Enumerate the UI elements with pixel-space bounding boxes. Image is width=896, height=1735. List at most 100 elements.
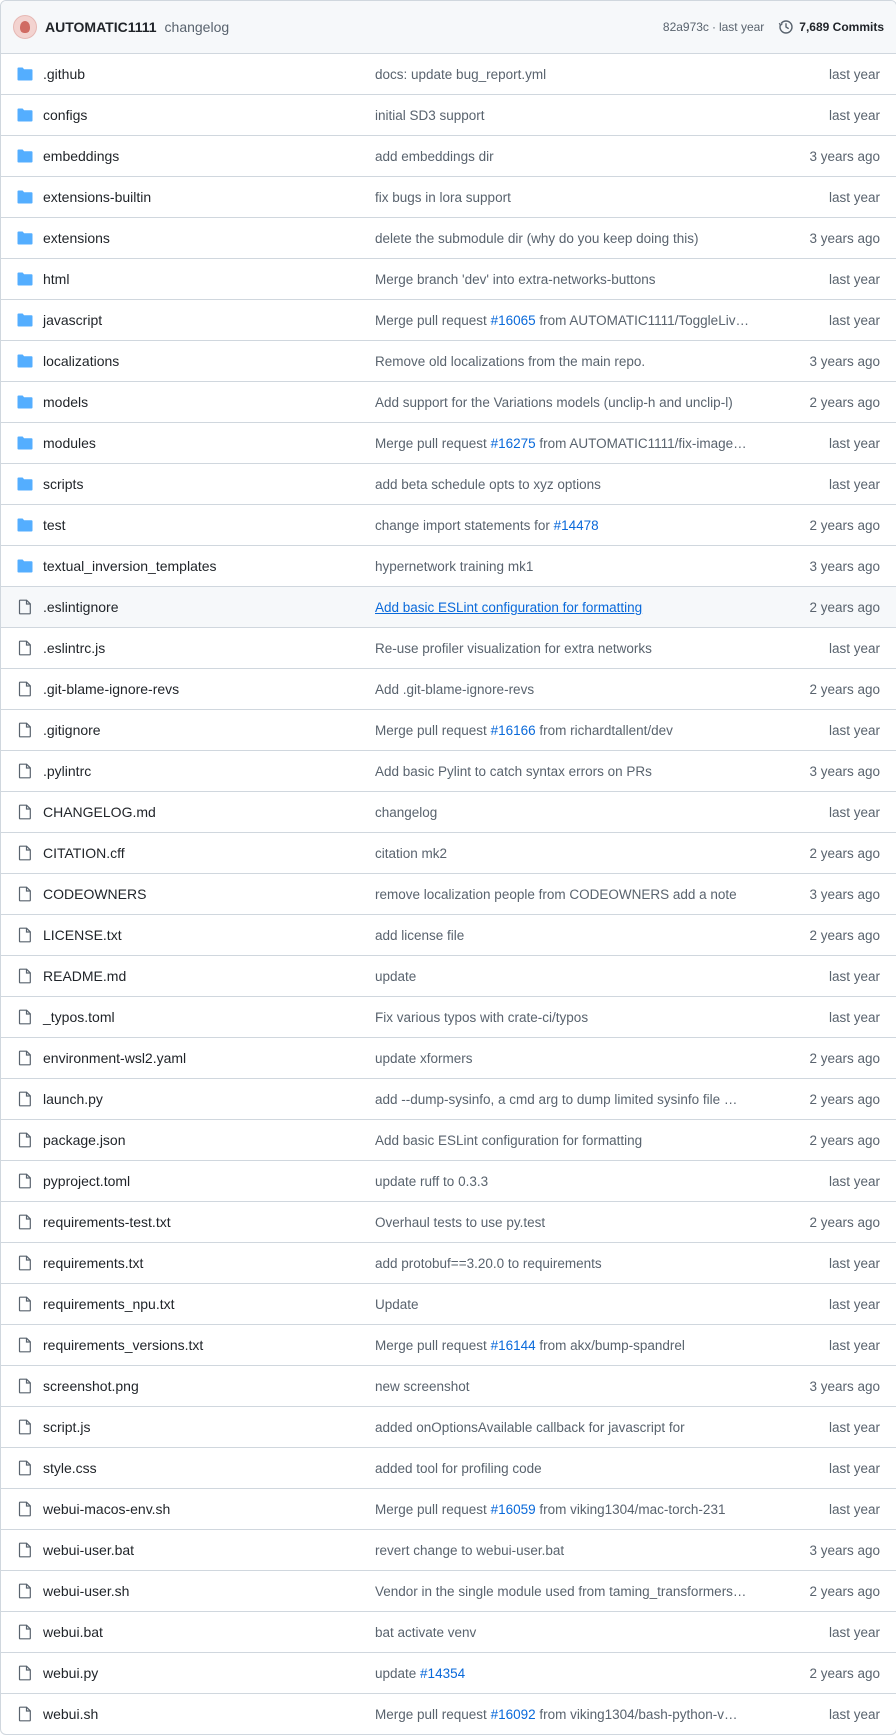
commit-message-link[interactable]: Overhaul tests to use py.test [375,1214,763,1231]
file-row[interactable]: webui-macos-env.sh Merge pull request #16… [1,1489,896,1530]
pull-request-link[interactable]: #16092 [491,1707,536,1722]
folder-name-link[interactable]: extensions [43,230,110,247]
file-row[interactable]: requirements.txt add protobuf==3.20.0 to … [1,1243,896,1284]
commit-message-link[interactable]: add protobuf==3.20.0 to requirements [375,1255,763,1272]
commit-message-link[interactable]: Merge pull request #16166 from richardta… [375,722,763,739]
folder-name-link[interactable]: .github [43,66,85,83]
folder-name-link[interactable]: localizations [43,353,119,370]
folder-name-link[interactable]: html [43,271,69,288]
folder-name-link[interactable]: models [43,394,88,411]
commits-link[interactable]: 7,689 Commits [778,19,884,35]
commit-message-link[interactable]: add beta schedule opts to xyz options [375,476,763,493]
commit-message-link[interactable]: citation mk2 [375,845,763,862]
commit-message-link[interactable]: Merge pull request #16065 from AUTOMATIC… [375,312,763,329]
file-name-link[interactable]: .gitignore [43,722,101,739]
file-name-link[interactable]: requirements_versions.txt [43,1337,203,1354]
commit-message-link[interactable]: Merge pull request #16144 from akx/bump-… [375,1337,763,1354]
file-row[interactable]: _typos.toml Fix various typos with crate-… [1,997,896,1038]
folder-row[interactable]: extensions delete the submodule dir (why … [1,218,896,259]
commit-message-link[interactable]: revert change to webui-user.bat [375,1542,763,1559]
folder-row[interactable]: localizations Remove old localizations fr… [1,341,896,382]
commit-message-link[interactable]: fix bugs in lora support [375,189,763,206]
file-name-link[interactable]: pyproject.toml [43,1173,130,1190]
file-name-link[interactable]: .pylintrc [43,763,91,780]
file-row[interactable]: environment-wsl2.yaml update xformers 2 ye… [1,1038,896,1079]
latest-commit-message[interactable]: changelog [165,19,230,35]
file-name-link[interactable]: CITATION.cff [43,845,125,862]
file-row[interactable]: package.json Add basic ESLint configurati… [1,1120,896,1161]
commit-message-link[interactable]: update xformers [375,1050,763,1067]
commit-message-link[interactable]: add --dump-sysinfo, a cmd arg to dump li… [375,1091,763,1108]
file-name-link[interactable]: webui.bat [43,1624,103,1641]
file-row[interactable]: launch.py add --dump-sysinfo, a cmd arg t… [1,1079,896,1120]
file-row[interactable]: CODEOWNERS remove localization people fro… [1,874,896,915]
file-row[interactable]: requirements_npu.txt Update last year [1,1284,896,1325]
pull-request-link[interactable]: #16065 [491,313,536,328]
commit-message-link[interactable]: Merge branch 'dev' into extra-networks-b… [375,271,763,288]
pull-request-link[interactable]: #16166 [491,723,536,738]
pull-request-link[interactable]: #16144 [491,1338,536,1353]
commit-message-link[interactable]: remove localization people from CODEOWNE… [375,886,763,903]
commit-message-link[interactable]: docs: update bug_report.yml [375,66,763,83]
file-row[interactable]: script.js added onOptionsAvailable callba… [1,1407,896,1448]
folder-row[interactable]: extensions-builtin fix bugs in lora suppo… [1,177,896,218]
file-row[interactable]: requirements_versions.txt Merge pull requ… [1,1325,896,1366]
file-name-link[interactable]: webui.sh [43,1706,98,1723]
file-name-link[interactable]: .eslintrc.js [43,640,105,657]
file-name-link[interactable]: style.css [43,1460,97,1477]
file-name-link[interactable]: webui-macos-env.sh [43,1501,170,1518]
file-row[interactable]: .git-blame-ignore-revs Add .git-blame-ign… [1,669,896,710]
commit-message-link[interactable]: Merge pull request #16092 from viking130… [375,1706,763,1723]
commit-message-link[interactable]: update ruff to 0.3.3 [375,1173,763,1190]
commit-message-link[interactable]: Re-use profiler visualization for extra … [375,640,763,657]
file-name-link[interactable]: .eslintignore [43,599,119,616]
commit-message-link[interactable]: Remove old localizations from the main r… [375,353,763,370]
file-row[interactable]: webui-user.sh Vendor in the single module… [1,1571,896,1612]
folder-name-link[interactable]: embeddings [43,148,119,165]
file-row[interactable]: LICENSE.txt add license file 2 years ago [1,915,896,956]
file-row[interactable]: webui.bat bat activate venv last year [1,1612,896,1653]
commit-message-link[interactable]: Add basic ESLint configuration for forma… [375,1132,763,1149]
commit-message-link[interactable]: changelog [375,804,763,821]
file-name-link[interactable]: .git-blame-ignore-revs [43,681,179,698]
file-name-link[interactable]: webui-user.bat [43,1542,134,1559]
commit-message-link[interactable]: delete the submodule dir (why do you kee… [375,230,763,247]
folder-name-link[interactable]: modules [43,435,96,452]
commit-message-link[interactable]: Update [375,1296,763,1313]
pull-request-link[interactable]: #16275 [491,436,536,451]
file-name-link[interactable]: script.js [43,1419,90,1436]
folder-name-link[interactable]: test [43,517,66,534]
commit-message-link[interactable]: new screenshot [375,1378,763,1395]
folder-row[interactable]: modules Merge pull request #16275 from AU… [1,423,896,464]
commit-message-link[interactable]: Merge pull request #16059 from viking130… [375,1501,763,1518]
folder-name-link[interactable]: configs [43,107,87,124]
file-row[interactable]: .eslintrc.js Re-use profiler visualizatio… [1,628,896,669]
file-row[interactable]: screenshot.png new screenshot 3 years ago [1,1366,896,1407]
pull-request-link[interactable]: #14478 [554,518,599,533]
folder-row[interactable]: textual_inversion_templates hypernetwork … [1,546,896,587]
file-row[interactable]: requirements-test.txt Overhaul tests to u… [1,1202,896,1243]
commit-message-link[interactable]: initial SD3 support [375,107,763,124]
file-row[interactable]: style.css added tool for profiling code la… [1,1448,896,1489]
commit-message-link[interactable]: added onOptionsAvailable callback for ja… [375,1419,763,1436]
file-name-link[interactable]: requirements_npu.txt [43,1296,175,1313]
commit-message-link[interactable]: hypernetwork training mk1 [375,558,763,575]
file-row[interactable]: README.md update last year [1,956,896,997]
folder-row[interactable]: configs initial SD3 support last year [1,95,896,136]
commit-message-link[interactable]: update [375,968,763,985]
file-row[interactable]: webui.sh Merge pull request #16092 from v… [1,1694,896,1734]
file-name-link[interactable]: screenshot.png [43,1378,139,1395]
folder-row[interactable]: .github docs: update bug_report.yml last y… [1,54,896,95]
commit-message-link[interactable]: Fix various typos with crate-ci/typos [375,1009,763,1026]
file-name-link[interactable]: webui-user.sh [43,1583,129,1600]
file-row[interactable]: CITATION.cff citation mk2 2 years ago [1,833,896,874]
file-row[interactable]: pyproject.toml update ruff to 0.3.3 last y… [1,1161,896,1202]
folder-row[interactable]: scripts add beta schedule opts to xyz opt… [1,464,896,505]
folder-row[interactable]: javascript Merge pull request #16065 from… [1,300,896,341]
file-name-link[interactable]: LICENSE.txt [43,927,122,944]
file-name-link[interactable]: requirements.txt [43,1255,143,1272]
file-name-link[interactable]: _typos.toml [43,1009,115,1026]
file-name-link[interactable]: CHANGELOG.md [43,804,156,821]
folder-row[interactable]: test change import statements for #14478 2… [1,505,896,546]
commit-message-link[interactable]: Add support for the Variations models (u… [375,394,763,411]
